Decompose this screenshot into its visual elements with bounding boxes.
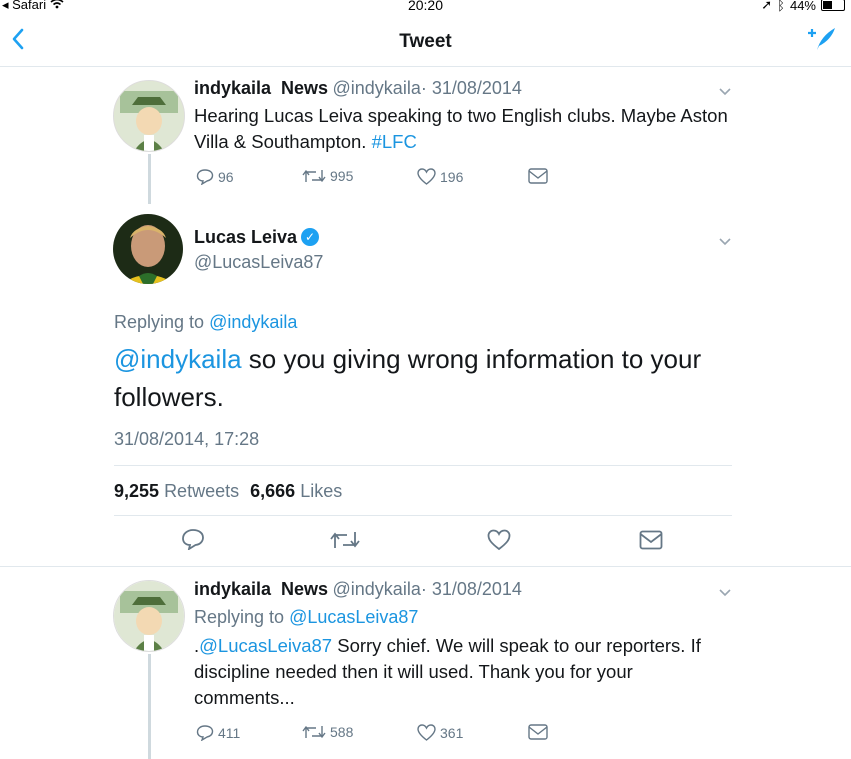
author-name[interactable]: indykaila News: [194, 579, 328, 599]
battery-icon: [821, 0, 845, 11]
chevron-down-icon[interactable]: [718, 84, 732, 100]
avatar[interactable]: [113, 80, 185, 152]
battery-percent: 44%: [789, 0, 816, 13]
thread-line: [148, 154, 151, 204]
like-total-label: Likes: [300, 481, 343, 501]
tweet-header: indykaila News @indykaila· 31/08/2014: [194, 78, 522, 99]
retweet-count: 588: [330, 724, 354, 740]
replying-to: Replying to @LucasLeiva87: [194, 607, 418, 628]
main-tweet-text: @indykaila so you giving wrong informati…: [114, 340, 714, 416]
like-count: 196: [440, 168, 464, 185]
reply-icon: [196, 725, 214, 741]
replying-to-link[interactable]: @LucasLeiva87: [289, 607, 418, 627]
chevron-down-icon[interactable]: [718, 234, 732, 250]
verified-icon: ✓: [301, 228, 320, 246]
like-total[interactable]: 6,666 Likes: [250, 481, 342, 501]
retweet-icon: [330, 532, 360, 548]
like-total-count: 6,666: [250, 481, 296, 501]
reply-button[interactable]: 411: [196, 724, 240, 741]
retweet-button[interactable]: 588: [302, 724, 353, 740]
tweet-date: · 31/08/2014: [420, 579, 522, 599]
status-time: 20:20: [407, 0, 444, 13]
tweet-text: Hearing Lucas Leiva speaking to two Engl…: [194, 103, 754, 155]
reply-count: 96: [218, 168, 234, 185]
mention-link[interactable]: @indykaila: [114, 344, 242, 374]
like-button[interactable]: [487, 529, 511, 556]
reply-button[interactable]: [181, 528, 205, 555]
avatar[interactable]: [113, 580, 185, 652]
retweet-button[interactable]: [330, 530, 360, 555]
reply-icon: [182, 529, 204, 551]
replying-prefix: Replying to: [114, 312, 205, 332]
engagement-stats: 9,255 Retweets 6,666 Likes: [114, 481, 342, 502]
retweet-icon: [302, 725, 326, 739]
author-name[interactable]: indykaila News: [194, 78, 328, 98]
status-right: ➚ ᛒ 44%: [761, 0, 845, 13]
mention-link[interactable]: @LucasLeiva87: [199, 635, 332, 656]
like-icon: [487, 529, 511, 551]
like-button[interactable]: 196: [417, 168, 463, 185]
divider: [114, 515, 732, 516]
author-handle[interactable]: @indykaila: [333, 579, 421, 599]
retweet-icon: [302, 169, 326, 183]
location-icon: ➚: [761, 0, 773, 12]
page-title: Tweet: [399, 31, 452, 52]
reply-button[interactable]: 96: [196, 168, 234, 185]
replying-to: Replying to @indykaila: [114, 312, 297, 333]
like-button[interactable]: 361: [417, 724, 463, 741]
divider: [114, 465, 732, 466]
status-bar: ◂ Safari 20:20 ➚ ᛒ 44%: [0, 0, 851, 14]
thread-line: [148, 654, 151, 759]
reply-count: 411: [218, 724, 241, 741]
tweet-text: .@LucasLeiva87 Sorry chief. We will spea…: [194, 633, 734, 711]
tweet-timestamp: 31/08/2014, 17:28: [114, 429, 260, 449]
author-name-row: Lucas Leiva ✓: [194, 227, 323, 248]
retweet-button[interactable]: 995: [302, 168, 353, 184]
compose-icon: [808, 28, 835, 50]
divider: [0, 566, 851, 567]
replying-prefix: Replying to: [194, 607, 285, 627]
author-info: Lucas Leiva ✓ @LucasLeiva87: [194, 227, 323, 273]
retweet-total-count: 9,255: [114, 481, 160, 501]
dm-button[interactable]: [528, 168, 548, 184]
like-count: 361: [440, 724, 464, 741]
tweet-body: Hearing Lucas Leiva speaking to two Engl…: [194, 105, 728, 152]
like-icon: [417, 168, 436, 185]
reply-icon: [196, 169, 214, 185]
dm-button[interactable]: [528, 724, 548, 740]
author-handle[interactable]: @indykaila: [333, 78, 421, 98]
dm-icon: [528, 724, 548, 740]
tweet-header: indykaila News @indykaila· 31/08/2014: [194, 579, 522, 600]
dm-icon: [639, 530, 663, 550]
author-handle[interactable]: @LucasLeiva87: [194, 252, 323, 273]
chevron-down-icon[interactable]: [718, 585, 732, 601]
avatar[interactable]: [113, 214, 183, 284]
bluetooth-icon: ᛒ: [777, 0, 785, 13]
replying-to-link[interactable]: @indykaila: [209, 312, 297, 332]
dm-icon: [528, 168, 548, 184]
nav-bar: Tweet: [0, 20, 851, 67]
hashtag-link[interactable]: #LFC: [372, 131, 417, 152]
retweet-count: 995: [330, 168, 354, 184]
compose-button[interactable]: [807, 26, 837, 58]
tweet-date: · 31/08/2014: [420, 78, 522, 98]
author-name[interactable]: Lucas Leiva: [194, 227, 297, 247]
retweet-total[interactable]: 9,255 Retweets: [114, 481, 239, 501]
like-icon: [417, 724, 436, 741]
dm-button[interactable]: [639, 530, 663, 555]
retweet-total-label: Retweets: [164, 481, 240, 501]
